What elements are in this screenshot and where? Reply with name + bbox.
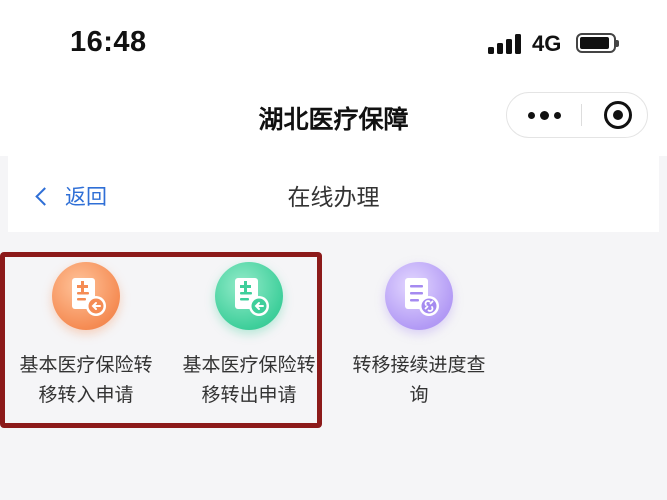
close-target-icon[interactable]	[604, 101, 632, 129]
network-type: 4G	[532, 31, 562, 56]
service-transfer-out[interactable]: 基本医疗保险转 移转出申请	[169, 262, 329, 410]
mini-program-header: 湖北医疗保障	[0, 90, 667, 156]
status-bar: 16:48 4G	[0, 0, 667, 90]
signal-icon	[488, 34, 522, 54]
document-plus-arrow-in-icon	[52, 262, 120, 330]
page-nav: 返回 在线办理	[8, 156, 659, 232]
service-transfer-in[interactable]: 基本医疗保险转 移转入申请	[6, 262, 166, 410]
more-options-icon[interactable]	[507, 93, 581, 137]
battery-icon	[576, 33, 619, 53]
status-time: 16:48	[70, 26, 147, 58]
service-label: 转移接续进度查 询	[352, 354, 486, 406]
document-link-icon	[385, 262, 453, 330]
service-progress-query[interactable]: 转移接续进度查 询	[339, 262, 499, 410]
capsule-menu	[506, 92, 648, 138]
page-title: 在线办理	[287, 185, 380, 211]
service-label: 基本医疗保险转 移转入申请	[19, 354, 153, 406]
capsule-divider	[581, 104, 582, 126]
service-label: 基本医疗保险转 移转出申请	[182, 354, 316, 406]
document-plus-arrow-out-icon	[215, 262, 283, 330]
